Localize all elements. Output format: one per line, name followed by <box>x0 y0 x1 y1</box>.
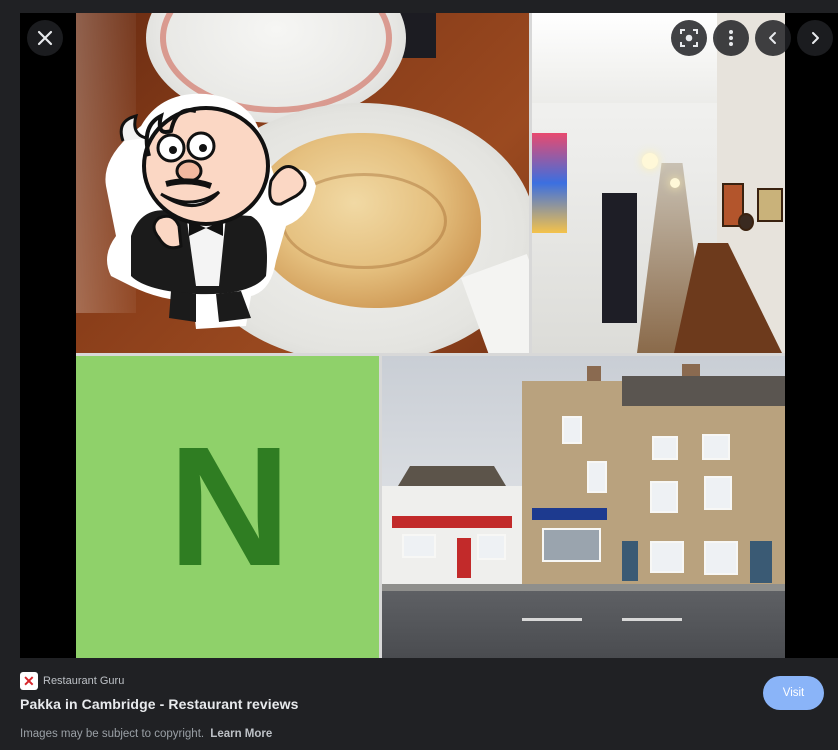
previous-image-button[interactable] <box>755 20 791 56</box>
wall-banner <box>532 133 567 233</box>
top-strip <box>0 0 838 13</box>
window <box>477 534 506 560</box>
window <box>704 541 738 575</box>
ceiling-light <box>670 178 680 188</box>
more-options-button[interactable] <box>713 20 749 56</box>
close-icon <box>37 30 53 46</box>
road-marking <box>622 618 682 621</box>
close-button[interactable] <box>27 20 63 56</box>
window <box>650 541 684 573</box>
door <box>457 538 471 578</box>
visit-button[interactable]: Visit <box>763 676 824 710</box>
learn-more-link[interactable]: Learn More <box>210 728 272 740</box>
window <box>650 481 678 513</box>
window <box>652 436 678 460</box>
chevron-left-icon <box>769 32 776 44</box>
window <box>402 534 436 558</box>
road-marking <box>522 618 582 621</box>
source-name: Restaurant Guru <box>43 675 125 687</box>
next-image-button[interactable] <box>797 20 833 56</box>
copyright-notice: Images may be subject to copyright. Lear… <box>20 728 272 740</box>
logo-letter: N <box>168 412 291 602</box>
roof <box>622 376 785 406</box>
copyright-text: Images may be subject to copyright. <box>20 728 205 740</box>
lens-search-button[interactable] <box>671 20 707 56</box>
more-vert-icon <box>729 30 733 46</box>
preview-image[interactable]: N <box>76 13 785 658</box>
shop-sign <box>392 516 512 528</box>
wall-clock <box>738 213 754 231</box>
chevron-right-icon <box>812 32 819 44</box>
door <box>622 541 638 581</box>
door <box>750 541 772 583</box>
source-link[interactable]: ✕ Restaurant Guru <box>20 672 124 690</box>
restaurant-guru-favicon-icon: ✕ <box>20 672 38 690</box>
interior-photo-tile <box>532 13 785 353</box>
window <box>704 476 732 510</box>
restaurant-sign <box>532 508 607 520</box>
logo-tile: N <box>76 356 379 658</box>
drinks-fridge <box>602 193 637 323</box>
road <box>382 591 785 658</box>
window <box>562 416 582 444</box>
wall-picture <box>757 188 783 222</box>
ceiling-light <box>642 153 658 169</box>
page-title-link[interactable]: Pakka in Cambridge - Restaurant reviews <box>20 696 299 712</box>
image-stage: N <box>20 13 838 658</box>
window <box>587 461 607 493</box>
window <box>702 434 730 460</box>
image-viewer: N ✕ Restaurant Guru Pakka in Cambridge -… <box>0 0 838 750</box>
shop-window <box>542 528 601 562</box>
street-photo-tile <box>382 356 785 658</box>
lens-search-icon <box>680 29 698 47</box>
waiter-mascot-icon <box>105 93 316 329</box>
